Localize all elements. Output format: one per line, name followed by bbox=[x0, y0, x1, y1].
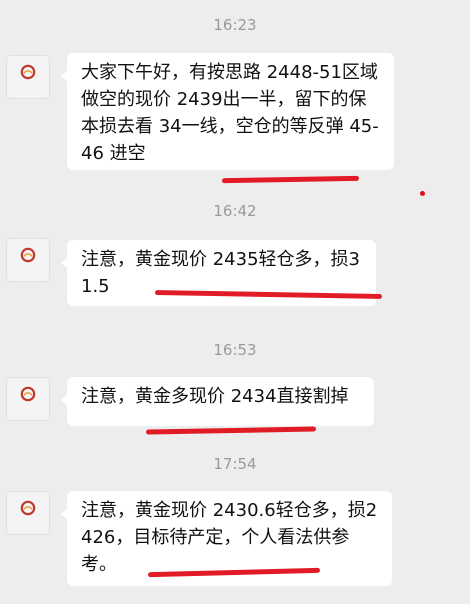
timestamp: 16:42 bbox=[213, 202, 257, 220]
red-underline-annotation bbox=[221, 175, 360, 184]
red-circle-logo-icon bbox=[20, 247, 36, 263]
message-bubble[interactable]: 大家下午好，有按思路 2448-51区域做空的现价 2439出一半，留下的保本损… bbox=[61, 53, 394, 170]
avatar[interactable] bbox=[7, 239, 49, 281]
red-circle-logo-icon bbox=[20, 386, 36, 402]
red-dot-annotation bbox=[420, 191, 425, 196]
red-underline-annotation bbox=[145, 426, 317, 435]
avatar[interactable] bbox=[7, 56, 49, 98]
avatar[interactable] bbox=[7, 378, 49, 420]
timestamp: 16:53 bbox=[213, 341, 257, 359]
red-circle-logo-icon bbox=[20, 500, 36, 516]
message-bubble[interactable]: 注意，黄金多现价 2434直接割掉 bbox=[61, 377, 374, 426]
timestamp: 17:54 bbox=[213, 455, 257, 473]
timestamp: 16:23 bbox=[213, 16, 257, 34]
avatar[interactable] bbox=[7, 492, 49, 534]
chat-thread[interactable]: 16:23 大家下午好，有按思路 2448-51区域做空的现价 2439出一半，… bbox=[0, 0, 470, 604]
red-circle-logo-icon bbox=[20, 64, 36, 80]
